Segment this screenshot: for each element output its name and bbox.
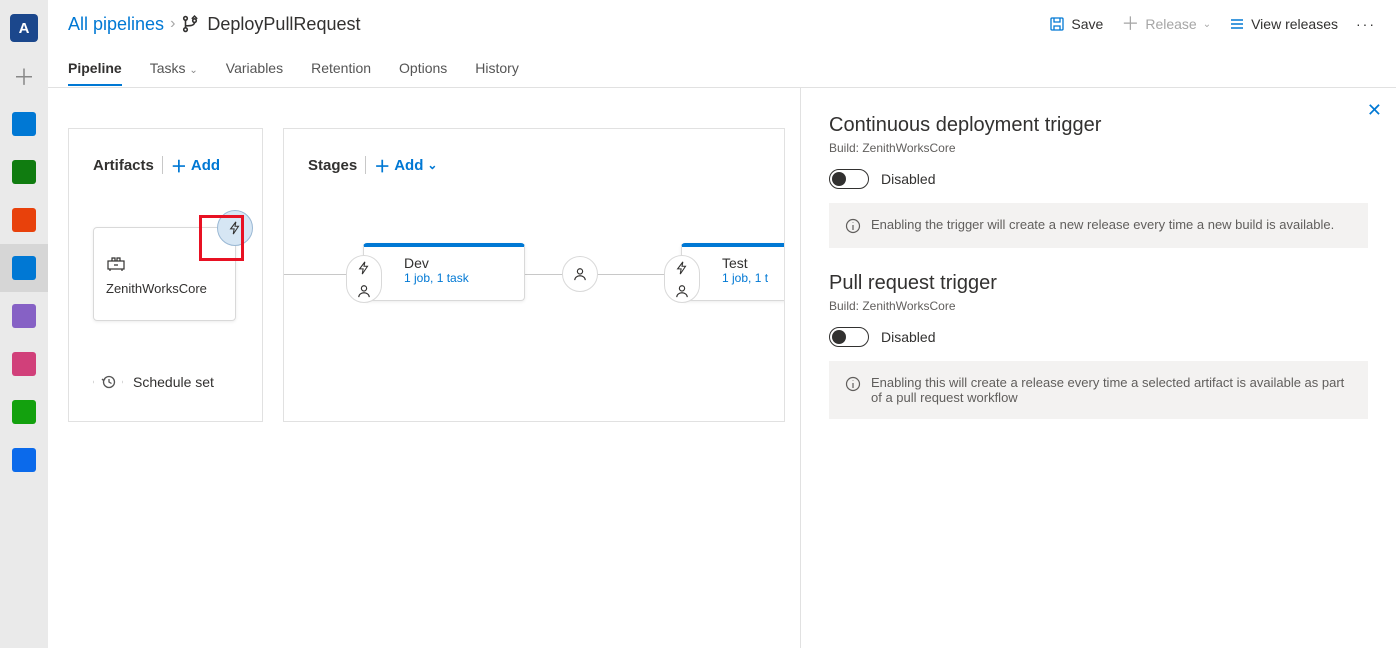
cd-info-box: Enabling the trigger will create a new r… — [829, 203, 1368, 248]
chevron-down-icon: ⌄ — [189, 65, 197, 76]
nav-boards-icon[interactable] — [0, 148, 48, 196]
close-panel-button[interactable]: ✕ — [1367, 100, 1382, 121]
pr-info-box: Enabling this will create a release ever… — [829, 361, 1368, 419]
history-icon — [100, 374, 116, 390]
person-icon — [675, 284, 689, 298]
breadcrumb-current: DeployPullRequest — [181, 14, 360, 35]
person-icon — [357, 284, 371, 298]
tab-history[interactable]: History — [475, 51, 519, 85]
chevron-right-icon: › — [170, 15, 175, 33]
tab-retention[interactable]: Retention — [311, 51, 371, 85]
stage-postdeploy-button[interactable] — [562, 256, 598, 292]
stage-info-link[interactable]: 1 job, 1 t — [722, 271, 785, 285]
nav-pipelines-icon[interactable] — [0, 244, 48, 292]
pr-trigger-subtitle: Build: ZenithWorksCore — [829, 299, 1368, 313]
cd-trigger-title: Continuous deployment trigger — [829, 114, 1368, 137]
artifacts-title: Artifacts — [93, 157, 154, 174]
tab-variables[interactable]: Variables — [226, 51, 283, 85]
tab-options[interactable]: Options — [399, 51, 447, 85]
lightning-icon — [675, 261, 689, 275]
artifact-name: ZenithWorksCore — [106, 281, 223, 296]
cd-trigger-toggle[interactable] — [829, 169, 869, 189]
cd-trigger-state: Disabled — [881, 171, 935, 187]
artifacts-panel: Artifacts ＋ Add ZenithWorksCore — [68, 128, 263, 422]
info-icon — [845, 218, 861, 234]
nav-testplans-icon[interactable] — [0, 292, 48, 340]
release-button: ＋ Release ⌄ — [1121, 16, 1211, 32]
tab-tasks[interactable]: Tasks ⌄ — [150, 51, 198, 85]
plus-icon: ＋ — [171, 153, 187, 177]
stages-panel: Stages ＋ Add ⌄ Dev 1 job, — [283, 128, 785, 422]
cd-trigger-button[interactable] — [217, 210, 253, 246]
stage-predeploy-icons[interactable] — [346, 255, 382, 303]
stage-card-dev[interactable]: Dev 1 job, 1 task — [363, 243, 525, 301]
nav-add[interactable]: ＋ — [0, 52, 48, 100]
artifacts-add-button[interactable]: ＋ Add — [171, 153, 220, 177]
chevron-down-icon: ⌄ — [1203, 19, 1211, 30]
project-badge[interactable]: A — [0, 4, 48, 52]
pipeline-canvas: Artifacts ＋ Add ZenithWorksCore — [48, 88, 1396, 648]
save-button[interactable]: Save — [1049, 16, 1103, 32]
view-releases-button[interactable]: View releases — [1229, 16, 1338, 32]
stages-add-button[interactable]: ＋ Add ⌄ — [374, 153, 437, 177]
tab-pipeline[interactable]: Pipeline — [68, 51, 122, 85]
plus-icon: ＋ — [1121, 17, 1139, 31]
lightning-icon — [357, 261, 371, 275]
nav-extension-icon[interactable] — [0, 436, 48, 484]
stages-title: Stages — [308, 157, 357, 174]
save-icon — [1049, 16, 1065, 32]
trigger-side-panel: ✕ Continuous deployment trigger Build: Z… — [800, 88, 1396, 648]
info-icon — [845, 376, 861, 392]
tabbar: Pipeline Tasks ⌄ Variables Retention Opt… — [48, 48, 1396, 88]
nav-dashboard-icon[interactable] — [0, 100, 48, 148]
pr-trigger-state: Disabled — [881, 329, 935, 345]
stage-info-link[interactable]: 1 job, 1 task — [404, 271, 514, 285]
nav-compliance-icon[interactable] — [0, 388, 48, 436]
nav-repos-icon[interactable] — [0, 196, 48, 244]
cd-trigger-subtitle: Build: ZenithWorksCore — [829, 141, 1368, 155]
stage-card-test[interactable]: Test 1 job, 1 t — [681, 243, 785, 301]
stage-name: Dev — [404, 255, 514, 271]
schedule-label: Schedule set — [133, 374, 214, 390]
chevron-down-icon: ⌄ — [427, 158, 437, 172]
left-nav: A ＋ — [0, 0, 48, 648]
stage-predeploy-icons[interactable] — [664, 255, 700, 303]
list-icon — [1229, 16, 1245, 32]
schedule-row[interactable]: Schedule set — [93, 367, 214, 397]
stage-name: Test — [722, 255, 785, 271]
build-icon — [106, 253, 126, 273]
schedule-hex-icon — [93, 367, 123, 397]
branch-icon — [181, 15, 199, 33]
artifact-card[interactable]: ZenithWorksCore — [93, 227, 236, 321]
plus-icon: ＋ — [374, 153, 390, 177]
header: All pipelines › DeployPullRequest Save ＋… — [48, 0, 1396, 48]
pr-trigger-title: Pull request trigger — [829, 272, 1368, 295]
pr-trigger-toggle[interactable] — [829, 327, 869, 347]
lightning-icon — [228, 221, 242, 235]
breadcrumb-root[interactable]: All pipelines — [68, 14, 164, 35]
more-button[interactable]: ··· — [1356, 16, 1376, 32]
person-icon — [573, 267, 587, 281]
breadcrumb: All pipelines › DeployPullRequest — [68, 14, 360, 35]
nav-artifacts-icon[interactable] — [0, 340, 48, 388]
